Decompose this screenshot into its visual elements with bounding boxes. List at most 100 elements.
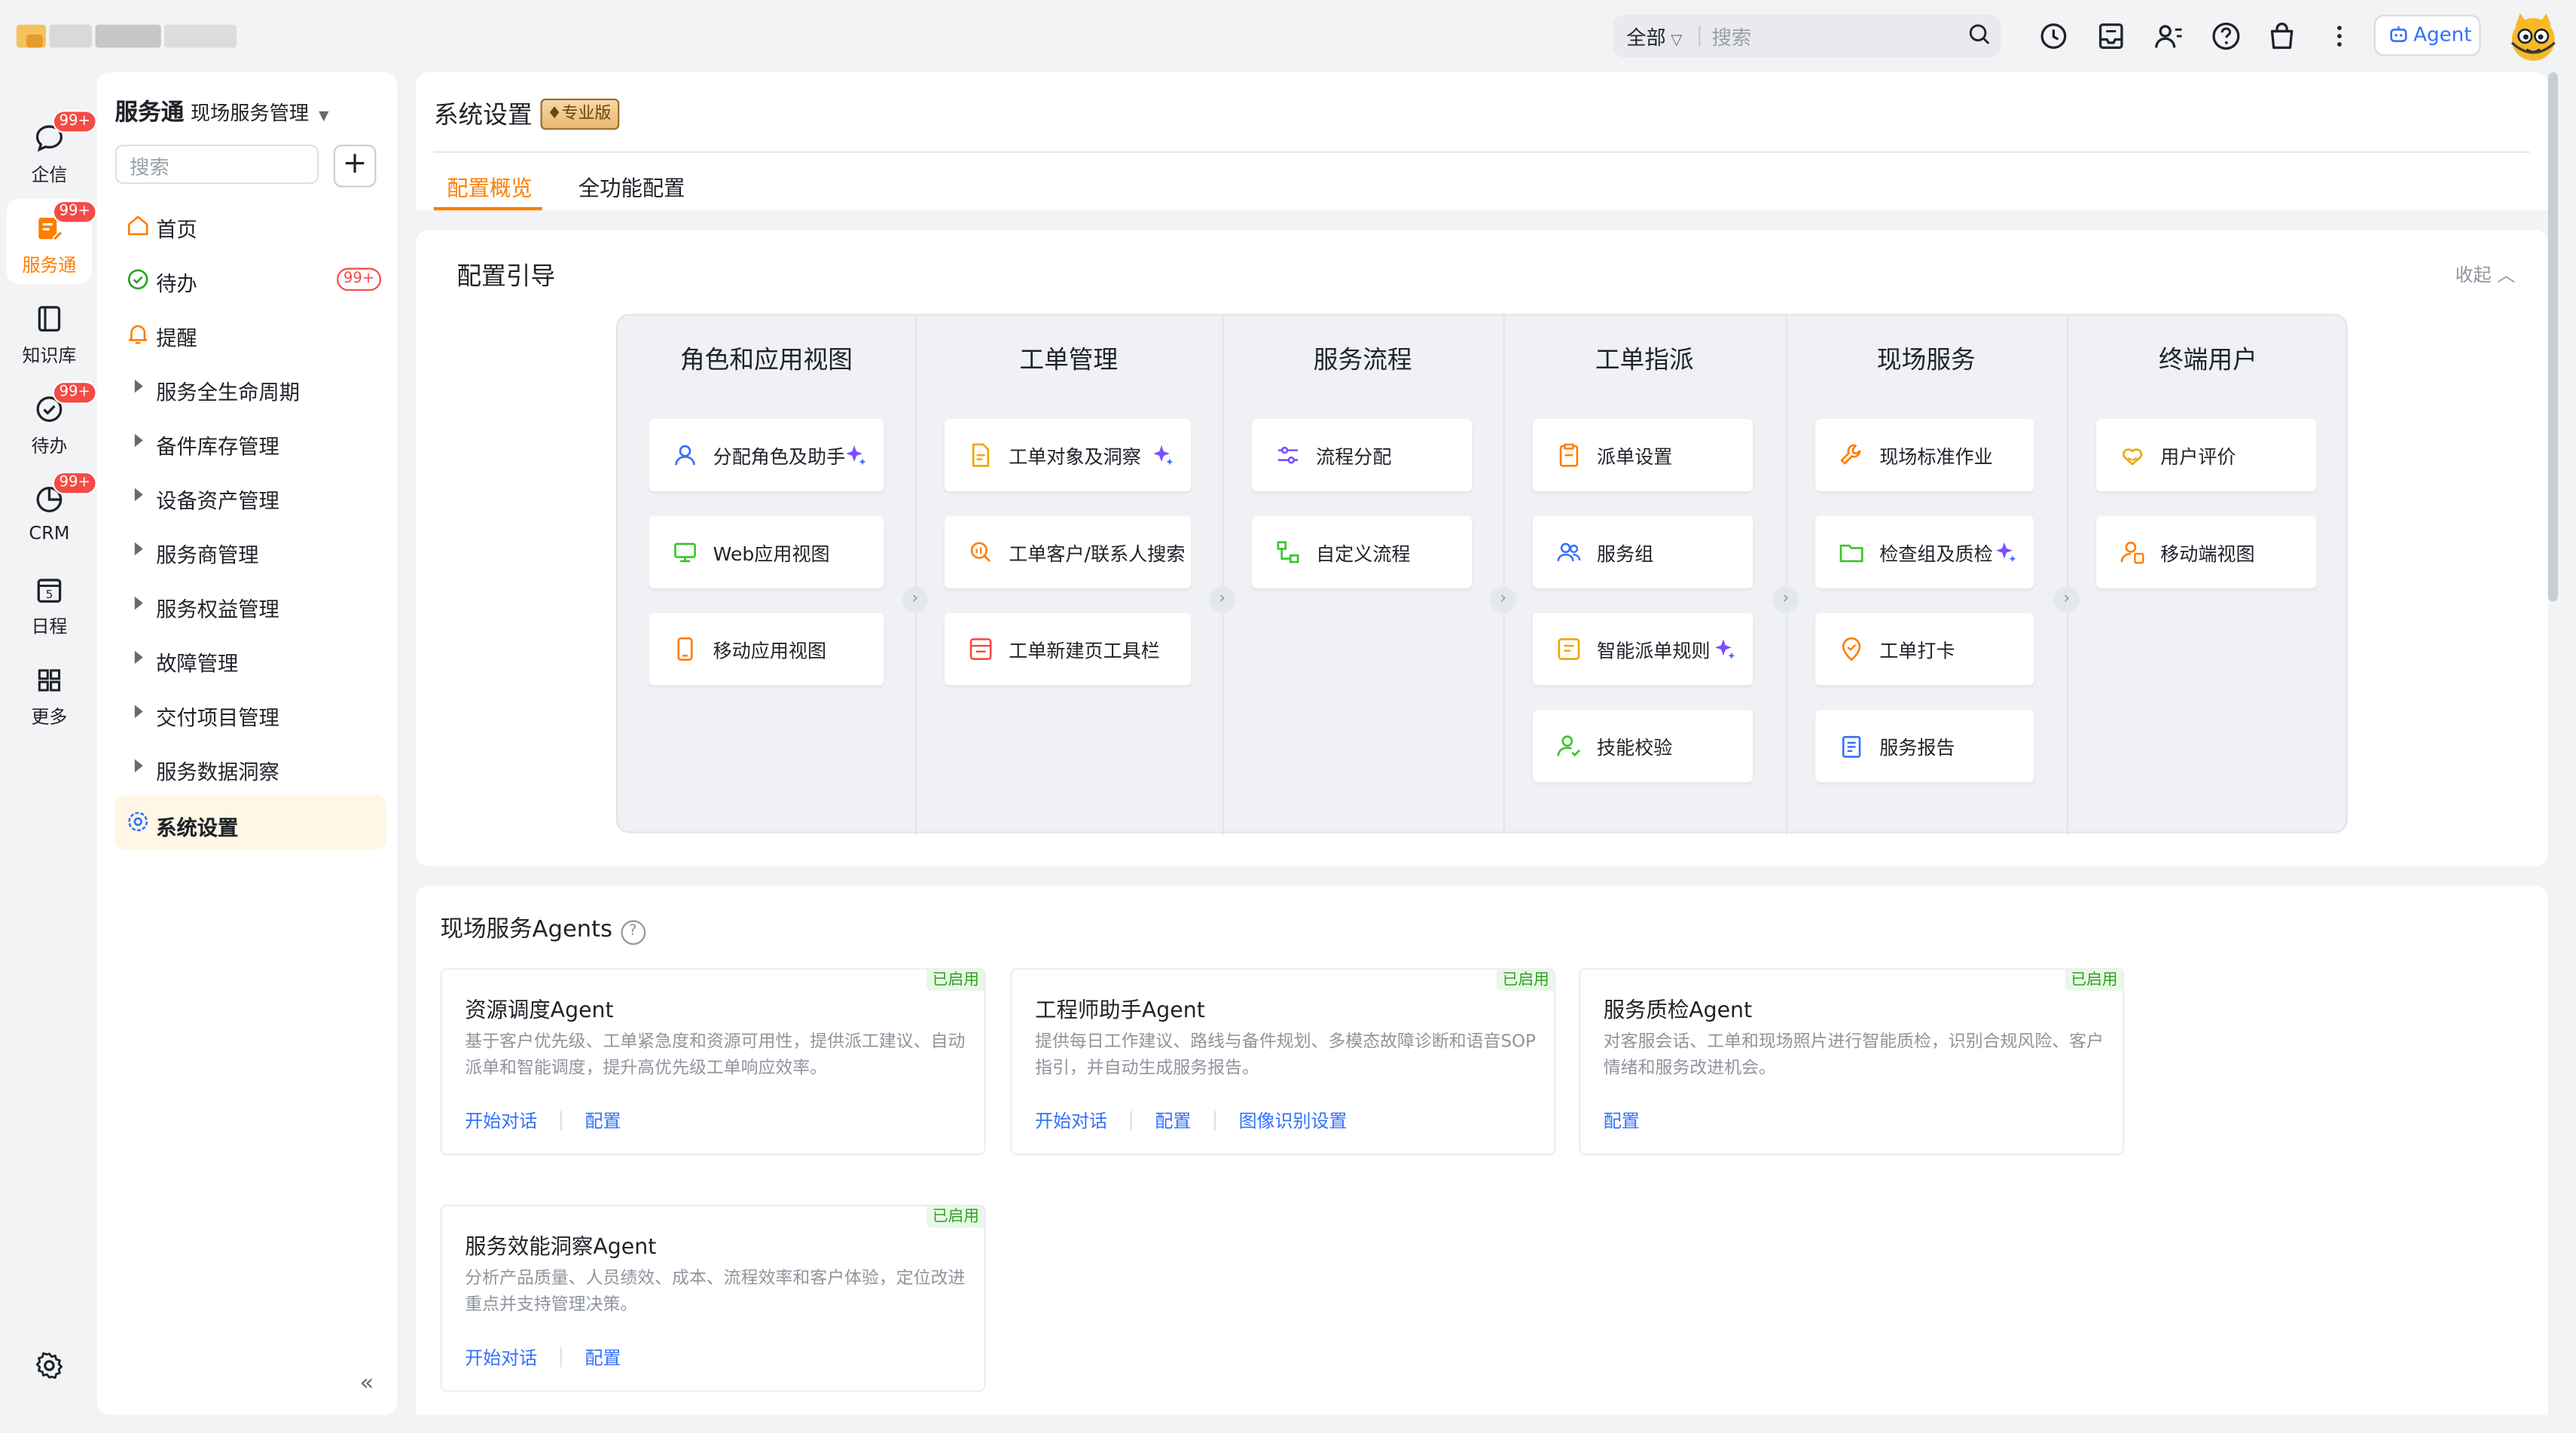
configure-link[interactable]: 配置 (1604, 1108, 1640, 1134)
skill-icon (1557, 735, 1581, 757)
company-logo[interactable] (16, 20, 240, 53)
rail-item-calendar[interactable]: 5 日程 (7, 561, 92, 646)
help-circle-icon[interactable] (2208, 18, 2244, 54)
todo-count-badge: 99+ (337, 267, 382, 292)
sidebar: 服务通 现场服务管理 ▼ 搜索 + 首页 待办 99+ 提醒 服务全生命周期 备件库… (96, 72, 398, 1415)
agent-card-efficiency-insights[interactable]: 已启用 服务效能洞察Agent 分析产品质量、人员绩效、成本、流程效率和客户体验… (440, 1204, 986, 1392)
agents-title: 现场服务Agents? (441, 912, 646, 946)
sidebar-item-settings[interactable]: 系统设置 (114, 795, 386, 850)
guide-item-mobile-user-view[interactable]: 移动端视图 (2096, 515, 2317, 588)
agent-card-scheduling[interactable]: 已启用 资源调度Agent 基于客户优先级、工单紧急度和资源可用性，提供派工建议… (440, 967, 986, 1156)
sidebar-item-home[interactable]: 首页 (115, 200, 386, 249)
tab-overview[interactable]: 配置概览 (447, 171, 532, 203)
search-doc-icon (970, 542, 991, 562)
sidebar-item-reminder[interactable]: 提醒 (115, 309, 386, 358)
unread-badge: 99+ (52, 381, 97, 405)
contacts-icon[interactable] (2150, 18, 2187, 54)
search-scope-select[interactable]: 全部 ▽ (1626, 23, 1682, 51)
expand-arrow-icon (134, 487, 143, 502)
guide-item-user-rating[interactable]: 用户评价 (2096, 419, 2317, 492)
search-icon[interactable] (1968, 23, 1992, 47)
guide-item-service-report[interactable]: 服务报告 (1815, 710, 2034, 783)
column-title-tickets: 工单管理 (1019, 345, 1119, 375)
active-tab-indicator (433, 206, 542, 211)
rail-item-crm[interactable]: CRM 99+ (7, 470, 97, 555)
start-chat-link[interactable]: 开始对话 (465, 1108, 537, 1134)
guide-item-field-sop[interactable]: 现场标准作业 (1815, 419, 2034, 492)
user-avatar[interactable] (2507, 7, 2559, 66)
expand-arrow-icon (134, 542, 143, 556)
rail-item-service[interactable]: 服务通 99+ (6, 198, 97, 285)
collapse-sidebar-icon[interactable]: « (360, 1370, 374, 1397)
monitor-icon (674, 542, 696, 563)
image-recognition-link[interactable]: 图像识别设置 (1239, 1108, 1348, 1134)
guide-item-skill-check[interactable]: 技能校验 (1532, 710, 1753, 783)
tab-all-config[interactable]: 全功能配置 (578, 171, 685, 203)
sidebar-item-insights[interactable]: 服务数据洞察 (115, 743, 386, 792)
agent-button[interactable]: Agent (2373, 14, 2481, 57)
guide-item-smart-dispatch[interactable]: 智能派单规则 (1532, 613, 1753, 686)
guide-item-customer-search[interactable]: 工单客户/联系人搜索 (945, 515, 1192, 588)
guide-item-service-group[interactable]: 服务组 (1532, 515, 1753, 588)
inbox-tray-icon[interactable] (2093, 18, 2129, 54)
flow-icon (1277, 541, 1299, 564)
sidebar-item-lifecycle[interactable]: 服务全生命周期 (115, 363, 386, 412)
rail-item-todo[interactable]: 待办 99+ (7, 380, 97, 465)
sidebar-item-todo[interactable]: 待办 99+ (115, 255, 386, 304)
expand-arrow-icon (134, 759, 143, 773)
guide-item-new-page-toolbar[interactable]: 工单新建页工具栏 (945, 613, 1192, 686)
guide-item-process-assign[interactable]: 流程分配 (1252, 419, 1473, 492)
sidebar-item-faults[interactable]: 故障管理 (115, 634, 386, 683)
configure-link[interactable]: 配置 (584, 1108, 621, 1134)
start-chat-link[interactable]: 开始对话 (1035, 1108, 1107, 1134)
sidebar-item-spare-parts[interactable]: 备件库存管理 (115, 417, 386, 466)
report-icon (1842, 735, 1861, 758)
more-vertical-icon[interactable] (2321, 18, 2358, 54)
help-circle-icon[interactable]: ? (620, 920, 646, 946)
column-title-roles: 角色和应用视图 (679, 345, 853, 375)
shopping-bag-icon[interactable] (2264, 18, 2300, 54)
guide-item-assign-roles[interactable]: 分配角色及助手 (649, 419, 884, 492)
agent-card-engineer-assistant[interactable]: 已启用 工程师助手Agent 提供每日工作建议、路线与备件规划、多模态故障诊断和… (1010, 967, 1556, 1156)
guide-item-inspection[interactable]: 检查组及质检 (1815, 515, 2034, 588)
start-chat-link[interactable]: 开始对话 (465, 1344, 537, 1370)
guide-item-ticket-objects[interactable]: 工单对象及洞察 (945, 419, 1192, 492)
user-icon (675, 445, 695, 466)
chevron-right-icon: › (902, 586, 929, 613)
app-switcher[interactable]: 服务通 现场服务管理 ▼ (115, 96, 329, 129)
mobile-user-icon (2120, 541, 2144, 564)
add-button[interactable]: + (333, 144, 377, 188)
guide-item-web-view[interactable]: Web应用视图 (649, 515, 884, 588)
guide-item-dispatch-settings[interactable]: 派单设置 (1532, 419, 1753, 492)
sidebar-item-delivery[interactable]: 交付项目管理 (115, 689, 386, 738)
sidebar-search-input[interactable]: 搜索 (114, 144, 319, 185)
sidebar-item-assets[interactable]: 设备资产管理 (115, 472, 386, 521)
chevron-right-icon: › (1209, 586, 1236, 613)
app-root: 全部 ▽ 搜索 Agent 企信 99+ 服务通 99+ 知识库 待办 99+ … (0, 0, 2576, 1433)
status-badge: 已启用 (1497, 969, 1555, 991)
configure-link[interactable]: 配置 (1155, 1108, 1191, 1134)
guide-item-custom-process[interactable]: 自定义流程 (1252, 515, 1473, 588)
book-icon (38, 306, 61, 332)
history-clock-icon[interactable] (2035, 18, 2071, 54)
caret-down-icon: ▼ (319, 108, 329, 124)
rail-item-messages[interactable]: 企信 99+ (7, 108, 97, 194)
main-scrollbar[interactable] (2547, 72, 2559, 602)
sidebar-item-providers[interactable]: 服务商管理 (115, 526, 386, 575)
settings-gear-icon[interactable] (33, 1349, 66, 1383)
document-icon (972, 443, 990, 467)
guide-item-check-in[interactable]: 工单打卡 (1815, 613, 2034, 686)
rail-item-knowledge[interactable]: 知识库 (7, 289, 92, 374)
agent-card-quality-inspection[interactable]: 已启用 服务质检Agent 对客服会话、工单和现场照片进行智能质检，识别合规风险… (1579, 967, 2125, 1156)
guide-collapse-button[interactable]: 收起 ︿ (2455, 261, 2516, 288)
sidebar-item-entitlements[interactable]: 服务权益管理 (115, 580, 386, 629)
ai-sparkle-icon (846, 445, 866, 466)
wrench-icon (1840, 444, 1861, 465)
status-badge: 已启用 (927, 1205, 984, 1228)
configure-link[interactable]: 配置 (584, 1344, 621, 1370)
guide-item-mobile-view[interactable]: 移动应用视图 (649, 613, 884, 686)
global-search-input[interactable]: 搜索 (1712, 23, 1751, 51)
rail-item-more[interactable]: 更多 (7, 651, 92, 736)
home-icon (127, 215, 148, 236)
agent-name: 资源调度Agent (465, 999, 614, 1024)
